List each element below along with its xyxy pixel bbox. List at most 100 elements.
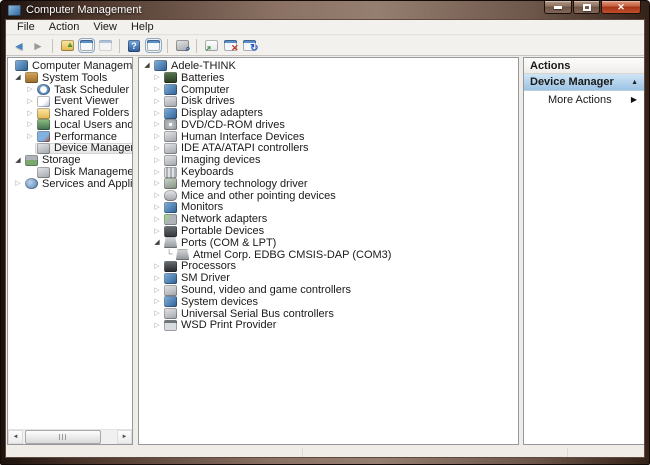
tree-row[interactable]: ▷Local Users and Groups — [8, 119, 132, 131]
tree-item-body[interactable]: Local Users and Groups — [35, 119, 132, 131]
tree-item-body[interactable]: System Tools — [23, 72, 109, 84]
tree-item-body[interactable]: Keyboards — [162, 166, 236, 178]
maximize-button[interactable] — [573, 1, 600, 14]
tree-row[interactable]: ◢Adele-THINK — [139, 60, 518, 72]
tree-item-body[interactable]: Device Manager — [35, 143, 132, 155]
tree-row[interactable]: ▷Memory technology driver — [139, 178, 518, 190]
tree-item-body[interactable]: DVD/CD-ROM drives — [162, 119, 287, 131]
more-actions-item[interactable]: More Actions ▶ — [524, 91, 644, 108]
uninstall-device-button[interactable] — [222, 38, 238, 53]
tree-item-body[interactable]: Computer — [162, 84, 231, 96]
menu-action[interactable]: Action — [42, 20, 87, 34]
expander-icon[interactable]: ▷ — [152, 298, 162, 305]
tree-row[interactable]: ▷Display adapters — [139, 107, 518, 119]
expander-icon[interactable]: ▷ — [152, 204, 162, 211]
tree-row[interactable]: ▷Services and Applications — [8, 178, 132, 190]
expander-icon[interactable]: ▷ — [152, 145, 162, 152]
tree-row[interactable]: ▷Disk drives — [139, 95, 518, 107]
expander-icon[interactable]: ▷ — [152, 192, 162, 199]
tree-row[interactable]: ▷Performance — [8, 131, 132, 143]
expander-icon[interactable]: ▷ — [152, 287, 162, 294]
tree-item-body[interactable]: Monitors — [162, 202, 225, 214]
expander-icon[interactable]: ▷ — [25, 98, 35, 105]
tree-item-body[interactable]: System devices — [162, 296, 260, 308]
expander-icon[interactable]: ▷ — [25, 121, 35, 128]
tree-item-body[interactable]: Shared Folders — [35, 107, 131, 119]
tree-item-body[interactable]: Memory technology driver — [162, 178, 310, 190]
expander-icon[interactable]: ▷ — [152, 121, 162, 128]
tree-item-body[interactable]: Services and Applications — [23, 178, 132, 190]
tree-row[interactable]: ▷Keyboards — [139, 166, 518, 178]
scroll-left-button[interactable]: ◄ — [8, 430, 23, 444]
tree-row[interactable]: ▷Batteries — [139, 72, 518, 84]
forward-button[interactable]: ► — [30, 38, 46, 53]
tree-row[interactable]: ▷Network adapters — [139, 213, 518, 225]
actions-group-device-manager[interactable]: Device Manager ▲ — [524, 74, 644, 91]
tree-item-body[interactable]: Human Interface Devices — [162, 131, 307, 143]
tree-row[interactable]: ▷Computer — [139, 84, 518, 96]
tree-item-body[interactable]: Computer Management (Local — [13, 60, 132, 72]
tree-row[interactable]: ◢Storage — [8, 154, 132, 166]
titlebar[interactable]: Computer Management ✕ — [1, 1, 649, 19]
tree-row[interactable]: ▷WSD Print Provider — [139, 320, 518, 332]
tree-row[interactable]: ▷System devices — [139, 296, 518, 308]
tree-row[interactable]: ▷Task Scheduler — [8, 84, 132, 96]
tree-row[interactable]: Disk Management — [8, 166, 132, 178]
horizontal-scrollbar[interactable]: ◄ ► — [8, 429, 132, 444]
tree-row[interactable]: ▷Portable Devices — [139, 225, 518, 237]
expander-icon[interactable]: ▷ — [152, 110, 162, 117]
tree-item-body[interactable]: Portable Devices — [162, 225, 266, 237]
close-button[interactable]: ✕ — [601, 1, 641, 14]
tree-item-body[interactable]: Storage — [23, 154, 83, 166]
back-button[interactable]: ◄ — [11, 38, 27, 53]
tree-item-body[interactable]: Task Scheduler — [35, 84, 131, 96]
tree-row[interactable]: ▷DVD/CD-ROM drives — [139, 119, 518, 131]
tree-item-body[interactable]: Disk Management — [35, 166, 132, 178]
tree-row[interactable]: └Atmel Corp. EDBG CMSIS-DAP (COM3) — [139, 249, 518, 261]
expander-icon[interactable]: ▷ — [152, 180, 162, 187]
expander-icon[interactable]: ▷ — [152, 228, 162, 235]
tree-item-body[interactable]: Mice and other pointing devices — [162, 190, 338, 202]
expander-icon[interactable]: ▷ — [152, 74, 162, 81]
tree-row[interactable]: ▷IDE ATA/ATAPI controllers — [139, 143, 518, 155]
expander-icon[interactable]: ▷ — [152, 157, 162, 164]
tree-item-body[interactable]: IDE ATA/ATAPI controllers — [162, 143, 311, 155]
tree-row[interactable]: Device Manager — [8, 143, 132, 155]
tree-row[interactable]: ◢System Tools — [8, 72, 132, 84]
update-driver-button[interactable] — [203, 38, 219, 53]
expander-icon[interactable]: ◢ — [152, 239, 162, 246]
scan-hardware-changes-button[interactable] — [241, 38, 257, 53]
tree-item-body[interactable]: Disk drives — [162, 95, 237, 107]
expander-icon[interactable]: ▷ — [152, 133, 162, 140]
tree-row[interactable]: ▷Imaging devices — [139, 154, 518, 166]
show-window-button[interactable] — [145, 38, 161, 53]
expander-icon[interactable]: ▷ — [25, 133, 35, 140]
scrollbar-track[interactable] — [101, 430, 117, 444]
tree-row[interactable]: Computer Management (Local — [8, 60, 132, 72]
menu-view[interactable]: View — [86, 20, 124, 34]
menu-file[interactable]: File — [10, 20, 42, 34]
tree-item-body[interactable]: Performance — [35, 131, 119, 143]
tree-item-body[interactable]: Ports (COM & LPT) — [162, 237, 278, 249]
tree-item-body[interactable]: Batteries — [162, 72, 226, 84]
tree-item-body[interactable]: Adele-THINK — [152, 60, 238, 72]
tree-row[interactable]: ◢Ports (COM & LPT) — [139, 237, 518, 249]
tree-row[interactable]: ▷Universal Serial Bus controllers — [139, 308, 518, 320]
tree-item-body[interactable]: Network adapters — [162, 213, 269, 225]
tree-item-body[interactable]: Atmel Corp. EDBG CMSIS-DAP (COM3) — [174, 249, 393, 261]
tree-row[interactable]: ▷Human Interface Devices — [139, 131, 518, 143]
tree-item-body[interactable]: SM Driver — [162, 272, 232, 284]
tree-item-body[interactable]: Processors — [162, 261, 238, 273]
expander-icon[interactable]: ▷ — [152, 310, 162, 317]
tree-item-body[interactable]: Event Viewer — [35, 95, 121, 107]
tree-row[interactable]: ▷Processors — [139, 261, 518, 273]
tree-row[interactable]: ▷Event Viewer — [8, 95, 132, 107]
expander-icon[interactable]: ◢ — [13, 74, 23, 81]
expander-icon[interactable]: ▷ — [152, 98, 162, 105]
tree-row[interactable]: ▷SM Driver — [139, 272, 518, 284]
tree-item-body[interactable]: Universal Serial Bus controllers — [162, 308, 336, 320]
expander-icon[interactable]: ▷ — [152, 263, 162, 270]
expander-icon[interactable]: ▷ — [152, 216, 162, 223]
expander-icon[interactable]: ◢ — [142, 62, 152, 69]
tree-row[interactable]: ▷Sound, video and game controllers — [139, 284, 518, 296]
